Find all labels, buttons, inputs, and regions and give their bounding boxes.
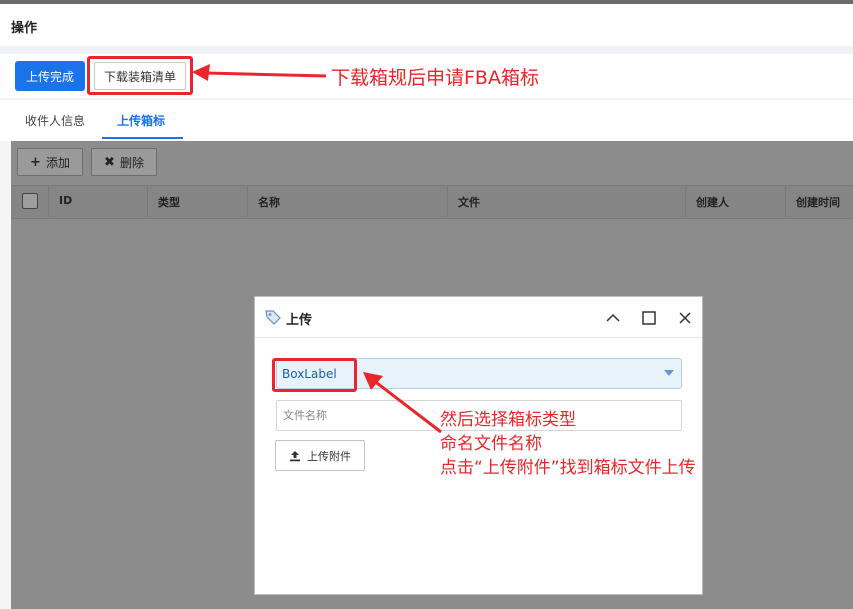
column-separator [685, 185, 686, 217]
maximize-icon[interactable] [641, 310, 657, 326]
page-title: 操作 [11, 21, 38, 36]
column-creator[interactable]: 创建人 [696, 194, 729, 210]
column-name[interactable]: 名称 [258, 194, 280, 210]
annotation-text-2: 然后选择箱标类型 命名文件名称 点击“上传附件”找到箱标文件上传 [440, 408, 696, 480]
add-label: 添加 [45, 155, 70, 170]
column-file[interactable]: 文件 [458, 194, 480, 210]
column-separator [247, 185, 248, 217]
dialog-divider [255, 337, 702, 338]
close-icon[interactable] [677, 310, 693, 326]
upload-icon [290, 450, 300, 461]
dialog-title: 上传 [286, 313, 313, 328]
column-separator [48, 185, 49, 217]
annotation-line-3: 点击“上传附件”找到箱标文件上传 [440, 458, 696, 478]
add-button[interactable]: + 添加 [17, 148, 83, 176]
annotation-line-2: 命名文件名称 [440, 434, 542, 454]
column-separator [147, 185, 148, 217]
collapse-icon[interactable] [605, 310, 621, 326]
tab-recipient-info[interactable]: 收件人信息 [25, 112, 85, 129]
tab-upload-box-label[interactable]: 上传箱标 [117, 112, 165, 129]
annotation-text-1: 下载箱规后申请FBA箱标 [331, 67, 539, 89]
column-created-time[interactable]: 创建时间 [796, 194, 840, 210]
delete-button[interactable]: ✖ 删除 [91, 148, 157, 176]
upload-complete-button[interactable]: 上传完成 [15, 61, 85, 91]
column-separator [785, 185, 786, 217]
tab-separator [0, 98, 853, 100]
left-gutter [0, 141, 11, 609]
annotation-arrow-1 [192, 64, 327, 81]
annotation-box-download [87, 56, 193, 95]
annotation-line-1: 然后选择箱标类型 [440, 410, 576, 430]
column-id[interactable]: ID [59, 194, 72, 207]
header-bar [0, 4, 853, 46]
annotation-box-select [272, 358, 357, 392]
column-separator [447, 185, 448, 217]
delete-label: 删除 [119, 155, 144, 170]
select-all-checkbox[interactable] [22, 193, 38, 209]
column-type[interactable]: 类型 [158, 194, 180, 210]
close-icon: ✖ [104, 154, 115, 170]
header-separator [0, 46, 853, 54]
upload-attachment-button[interactable]: 上传附件 [275, 440, 365, 471]
plus-icon: + [30, 154, 41, 170]
upload-attachment-label: 上传附件 [307, 449, 351, 463]
tag-icon [265, 310, 281, 325]
dropdown-caret-icon[interactable] [664, 370, 674, 376]
active-tab-indicator [102, 137, 183, 139]
annotation-arrow-2 [363, 372, 442, 434]
